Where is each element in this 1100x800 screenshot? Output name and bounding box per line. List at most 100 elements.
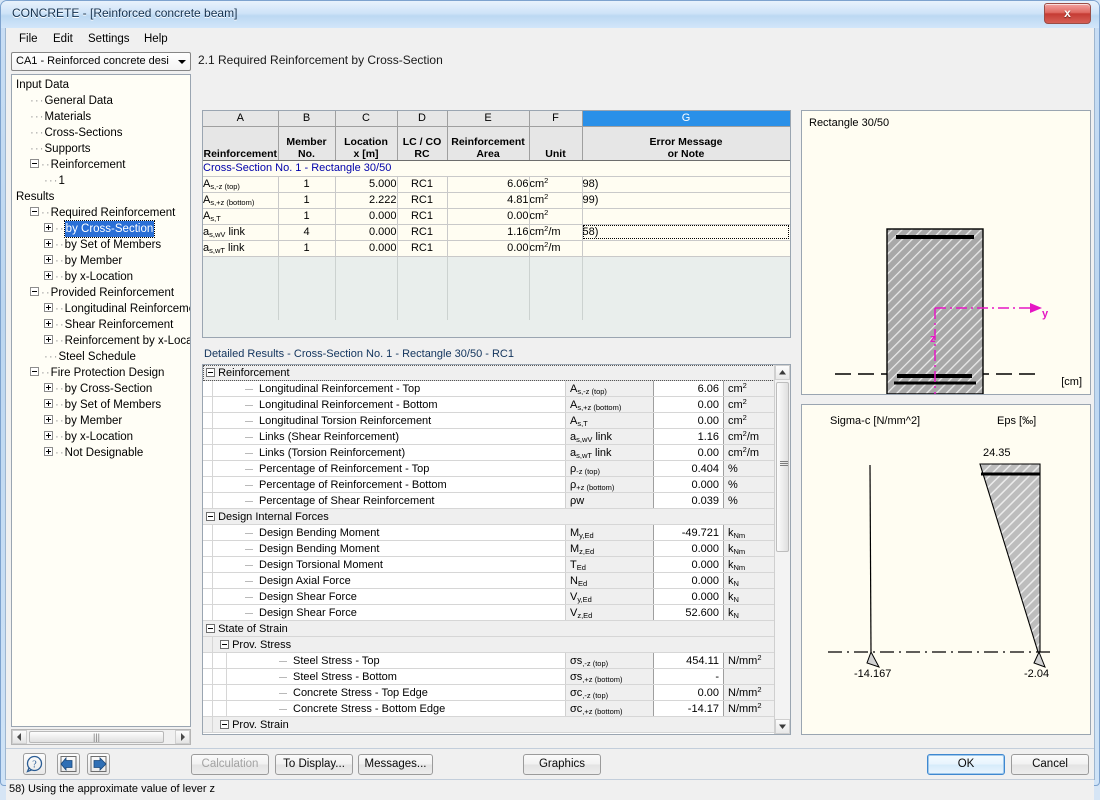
table-row[interactable]: As,+z (bottom) 1 2.222 RC1 4.81 cm2 99)	[203, 192, 790, 209]
detail-row-value[interactable]: 0.000	[653, 477, 723, 492]
scroll-down-arrow-icon[interactable]	[775, 719, 790, 734]
navigator-horizontal-scrollbar[interactable]: |||	[11, 729, 191, 745]
table-row[interactable]: as,wT link 1 0.000 RC1 0.00 cm2/m	[203, 240, 790, 257]
cell-reinforcement[interactable]: As,+z (bottom)	[203, 192, 279, 209]
expand-icon[interactable]	[44, 271, 53, 281]
detail-vertical-scrollbar[interactable]	[774, 365, 790, 734]
table-row[interactable]: as,wV link 4 0.000 RC1 1.16 cm2/m 58)	[203, 224, 790, 241]
detailed-results-panel[interactable]: Reinforcement Longitudinal Reinforcement …	[202, 364, 791, 735]
cell-location[interactable]: 0.000	[335, 208, 398, 225]
cancel-button[interactable]: Cancel	[1011, 754, 1089, 775]
sidebar-item-results[interactable]: Results	[12, 189, 190, 205]
detail-row-value[interactable]: 0.000	[653, 589, 723, 604]
detail-group-row[interactable]: Prov. Strain	[203, 717, 775, 733]
menu-item-file[interactable]: File	[12, 31, 45, 47]
cell-reinforcement[interactable]: as,wT link	[203, 240, 279, 257]
cell-lc-co[interactable]: RC1	[397, 224, 448, 241]
cell-unit[interactable]: cm2	[529, 176, 583, 193]
cell-note[interactable]	[582, 240, 790, 257]
detail-row-value[interactable]: 0.000	[653, 541, 723, 556]
sidebar-item-shear-reinforcement[interactable]: ··Shear Reinforcement	[12, 317, 190, 333]
messages-button[interactable]: Messages...	[358, 754, 433, 775]
collapse-icon[interactable]	[206, 623, 215, 633]
ok-button[interactable]: OK	[927, 754, 1005, 775]
detail-group-row[interactable]: Prov. Stress	[203, 637, 775, 653]
collapse-icon[interactable]	[30, 159, 39, 169]
cell-member-no[interactable]: 1	[278, 208, 336, 225]
cell-lc-co[interactable]: RC1	[397, 240, 448, 257]
design-case-combo[interactable]: CA1 - Reinforced concrete desi	[11, 52, 191, 71]
detail-row-value[interactable]: 0.00	[653, 445, 723, 460]
cross-section-view[interactable]: Rectangle 30/50 [cm] y z	[801, 110, 1091, 395]
sidebar-item-by-member[interactable]: ··by Member	[12, 413, 190, 429]
cell-reinforcement-area[interactable]: 4.81	[447, 192, 530, 209]
cell-member-no[interactable]: 1	[278, 176, 336, 193]
expand-icon[interactable]	[44, 415, 53, 425]
sidebar-item-required-reinforcement[interactable]: ··Required Reinforcement	[12, 205, 190, 221]
detail-scroll-thumb[interactable]	[776, 382, 789, 552]
stress-strain-diagram[interactable]: Sigma-c [N/mm^2] Eps [‰] 24.35 -14.167 -…	[801, 404, 1091, 735]
detail-row-value[interactable]: 1.16	[653, 429, 723, 444]
collapse-icon[interactable]	[30, 207, 39, 217]
scroll-left-arrow-icon[interactable]	[12, 730, 27, 744]
cell-reinforcement-area[interactable]: 6.06	[447, 176, 530, 193]
detail-row[interactable]: Steel Stress - Top σs,-z (top) 454.11 N/mm2	[203, 653, 775, 669]
detail-row[interactable]: Design Torsional Moment TEd 0.000 kNm	[203, 557, 775, 573]
expand-icon[interactable]	[44, 335, 53, 345]
sidebar-item-reinforcement-by-x-locatio[interactable]: ··Reinforcement by x-Locatio	[12, 333, 190, 349]
sidebar-item-by-x-location[interactable]: ··by x-Location	[12, 429, 190, 445]
expand-icon[interactable]	[44, 447, 53, 457]
sidebar-item-materials[interactable]: ···Materials	[12, 109, 190, 125]
detail-group-row[interactable]: Reinforcement	[203, 365, 775, 381]
column-header-D[interactable]: D	[397, 111, 448, 127]
collapse-icon[interactable]	[206, 511, 215, 521]
collapse-icon[interactable]	[206, 367, 215, 377]
detail-row[interactable]: Design Shear Force Vz,Ed 52.600 kN	[203, 605, 775, 621]
collapse-icon[interactable]	[30, 367, 39, 377]
detail-row[interactable]: Longitudinal Reinforcement - Bottom As,+z…	[203, 397, 775, 413]
sidebar-item-by-x-location[interactable]: ··by x-Location	[12, 269, 190, 285]
cell-note[interactable]: 58)	[582, 224, 790, 241]
expand-icon[interactable]	[44, 255, 53, 265]
detail-row-value[interactable]: 0.00	[653, 413, 723, 428]
sidebar-item-by-cross-section[interactable]: ··by Cross-Section	[12, 220, 190, 238]
navigator-scroll-thumb[interactable]: |||	[29, 731, 164, 743]
expand-icon[interactable]	[44, 303, 53, 313]
collapse-icon[interactable]	[220, 639, 229, 649]
sidebar-item-general-data[interactable]: ···General Data	[12, 93, 190, 109]
sidebar-item-by-set-of-members[interactable]: ··by Set of Members	[12, 397, 190, 413]
sidebar-item-supports[interactable]: ···Supports	[12, 141, 190, 157]
expand-icon[interactable]	[44, 399, 53, 409]
detail-row-value[interactable]: 0.00	[653, 685, 723, 700]
cell-unit[interactable]: cm2	[529, 192, 583, 209]
detail-row[interactable]: Design Axial Force NEd 0.000 kN	[203, 573, 775, 589]
sidebar-item-input-data[interactable]: Input Data	[12, 77, 190, 93]
cell-member-no[interactable]: 1	[278, 240, 336, 257]
detail-row[interactable]: Design Bending Moment Mz,Ed 0.000 kNm	[203, 541, 775, 557]
detail-row[interactable]: Links (Shear Reinforcement) as,wV link 1.1…	[203, 429, 775, 445]
column-header-B[interactable]: B	[278, 111, 336, 127]
cell-unit[interactable]: cm2/m	[529, 240, 583, 257]
column-header-E[interactable]: E	[447, 111, 530, 127]
detail-row-value[interactable]: 0.00	[653, 397, 723, 412]
detail-row[interactable]: Percentage of Reinforcement - Bottom ρ+z …	[203, 477, 775, 493]
menu-item-settings[interactable]: Settings	[81, 31, 137, 47]
sidebar-item-by-cross-section[interactable]: ··by Cross-Section	[12, 381, 190, 397]
detail-row[interactable]: Concrete Stress - Bottom Edge σc,+z (bott…	[203, 701, 775, 717]
detail-row[interactable]: Design Shear Force Vy,Ed 0.000 kN	[203, 589, 775, 605]
menu-item-help[interactable]: Help	[137, 31, 175, 47]
cell-reinforcement[interactable]: As,T	[203, 208, 279, 225]
table-group-row[interactable]: Cross-Section No. 1 - Rectangle 30/50	[203, 160, 790, 177]
sidebar-item-cross-sections[interactable]: ···Cross-Sections	[12, 125, 190, 141]
detail-row-value[interactable]: -	[653, 669, 723, 684]
table-row[interactable]: As,T 1 0.000 RC1 0.00 cm2	[203, 208, 790, 225]
detail-row-value[interactable]: -49.721	[653, 525, 723, 540]
cell-reinforcement-area[interactable]: 0.00	[447, 208, 530, 225]
cell-reinforcement-area[interactable]: 0.00	[447, 240, 530, 257]
detail-row-value[interactable]: 0.000	[653, 573, 723, 588]
collapse-icon[interactable]	[220, 719, 229, 729]
scroll-up-arrow-icon[interactable]	[775, 365, 790, 380]
expand-icon[interactable]	[44, 431, 53, 441]
close-icon[interactable]: x	[1044, 3, 1091, 24]
detail-row[interactable]: Percentage of Shear Reinforcement ρw 0.039…	[203, 493, 775, 509]
